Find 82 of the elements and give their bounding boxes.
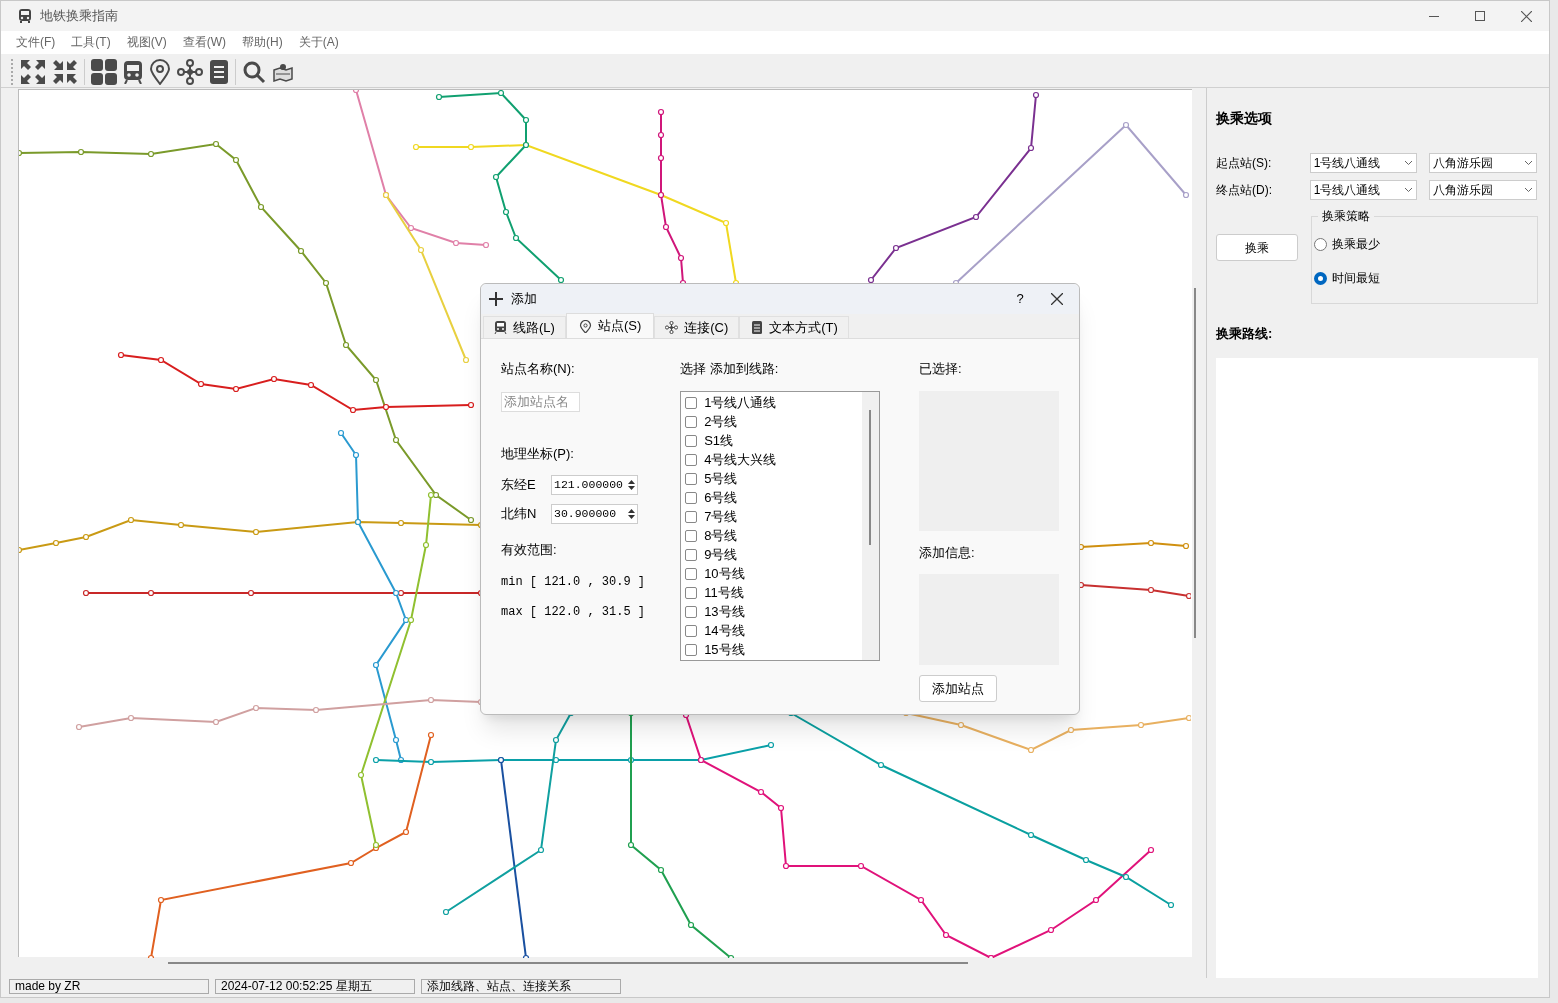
- info-label: 添加信息:: [919, 543, 976, 562]
- chevron-down-icon: [1404, 160, 1414, 167]
- range-min-text: min [ 121.0 , 30.9 ]: [501, 573, 647, 591]
- line-checkbox[interactable]: 11号线: [685, 583, 863, 603]
- line-checkbox[interactable]: 2号线: [685, 412, 863, 432]
- train-icon[interactable]: [123, 59, 143, 84]
- longitude-label: 东经E: [501, 476, 537, 495]
- help-button[interactable]: ?: [1005, 289, 1035, 309]
- train-icon: [494, 321, 507, 334]
- dialog-tab[interactable]: 线路(L): [483, 316, 566, 338]
- plus-icon: [489, 292, 503, 306]
- line-checkbox[interactable]: 14号线: [685, 621, 863, 641]
- latitude-spinbox[interactable]: 30.900000: [551, 504, 638, 524]
- status-text: 2024-07-12 00:52:25 星期五: [215, 978, 415, 994]
- strategy-radio[interactable]: 时间最短: [1312, 269, 1537, 288]
- grid-icon[interactable]: [91, 58, 117, 85]
- line-dropdown[interactable]: 1号线八通线: [1309, 180, 1418, 201]
- longitude-spinbox[interactable]: 121.000000: [551, 475, 638, 495]
- line-checkbox[interactable]: 7号线: [685, 507, 863, 527]
- station-dropdown[interactable]: 八角游乐园: [1429, 180, 1537, 201]
- strategy-radio[interactable]: 换乘最少: [1312, 235, 1537, 254]
- station-name-field[interactable]: 添加站点名: [501, 391, 580, 412]
- nodes-icon: [665, 321, 679, 334]
- horizontal-scrollbar[interactable]: [168, 962, 968, 965]
- line-checkbox[interactable]: S1线: [685, 431, 863, 451]
- map-icon[interactable]: [272, 61, 294, 82]
- search-icon[interactable]: [242, 59, 266, 84]
- menu-item[interactable]: 帮助(H): [242, 33, 283, 52]
- line-checkbox[interactable]: 6号线: [685, 488, 863, 508]
- dialog-tab[interactable]: 文本方式(T): [739, 316, 849, 338]
- coordinates-label: 地理坐标(P):: [501, 444, 575, 463]
- spin-arrows-icon[interactable]: [627, 507, 636, 521]
- nodes-icon[interactable]: [177, 58, 203, 85]
- train-icon: [18, 9, 32, 23]
- list-scrollbar[interactable]: [869, 409, 872, 545]
- line-checkbox[interactable]: 10号线: [685, 564, 863, 584]
- start-station-label: 起点站(S):: [1216, 155, 1273, 173]
- vertical-scrollbar[interactable]: [1194, 288, 1197, 639]
- close-icon: [1051, 293, 1063, 305]
- line-checkbox[interactable]: 1号线八通线: [685, 393, 863, 413]
- location-pin-icon: [578, 319, 592, 333]
- line-checkbox[interactable]: 13号线: [685, 602, 863, 622]
- status-text: made by ZR: [9, 978, 209, 994]
- expand-icon[interactable]: [20, 58, 46, 85]
- close-icon: [1520, 10, 1532, 22]
- menu-item[interactable]: 工具(T): [71, 33, 111, 52]
- chevron-down-icon: [1524, 160, 1533, 167]
- line-checkbox[interactable]: 5号线: [685, 469, 863, 489]
- window-title: 地铁换乘指南: [40, 7, 118, 26]
- line-checkbox[interactable]: 9号线: [685, 545, 863, 565]
- menu-item[interactable]: 视图(V): [126, 33, 167, 52]
- chevron-down-icon: [1524, 187, 1533, 194]
- line-dropdown[interactable]: 1号线八通线: [1309, 153, 1418, 174]
- group-title: 换乘策略: [1318, 208, 1374, 225]
- line-checkbox[interactable]: 8号线: [685, 526, 863, 546]
- panel-title: 换乘选项: [1216, 109, 1273, 129]
- spin-arrows-icon[interactable]: [627, 478, 636, 492]
- menu-item[interactable]: 查看(W): [182, 33, 226, 52]
- dialog-tab[interactable]: 站点(S): [565, 313, 655, 338]
- line-checkbox[interactable]: 15号线: [685, 640, 863, 660]
- dialog-title: 添加: [511, 290, 537, 309]
- transfer-button[interactable]: 换乘: [1216, 234, 1298, 262]
- chevron-down-icon: [1404, 187, 1414, 194]
- menu-item[interactable]: 文件(F): [16, 33, 56, 52]
- station-name-label: 站点名称(N):: [501, 360, 576, 378]
- dialog-tab[interactable]: 连接(C): [654, 316, 740, 338]
- add-station-button[interactable]: 添加站点: [919, 675, 997, 702]
- collapse-icon[interactable]: [52, 58, 78, 85]
- range-label: 有效范围:: [501, 541, 558, 559]
- range-max-text: max [ 122.0 , 31.5 ]: [501, 603, 647, 621]
- route-label: 换乘路线:: [1216, 325, 1274, 344]
- station-dropdown[interactable]: 八角游乐园: [1429, 153, 1537, 174]
- document-icon[interactable]: [209, 58, 229, 85]
- document-icon: [750, 321, 764, 334]
- selected-label: 已选择:: [919, 360, 963, 378]
- location-pin-icon[interactable]: [149, 58, 171, 85]
- latitude-label: 北纬N: [501, 505, 538, 524]
- line-list-label: 选择 添加到线路:: [680, 360, 780, 378]
- end-station-label: 终点站(D):: [1216, 182, 1273, 200]
- line-checkbox[interactable]: 4号线大兴线: [685, 450, 863, 470]
- menu-item[interactable]: 关于(A): [298, 33, 339, 52]
- status-text: 添加线路、站点、连接关系: [421, 978, 621, 994]
